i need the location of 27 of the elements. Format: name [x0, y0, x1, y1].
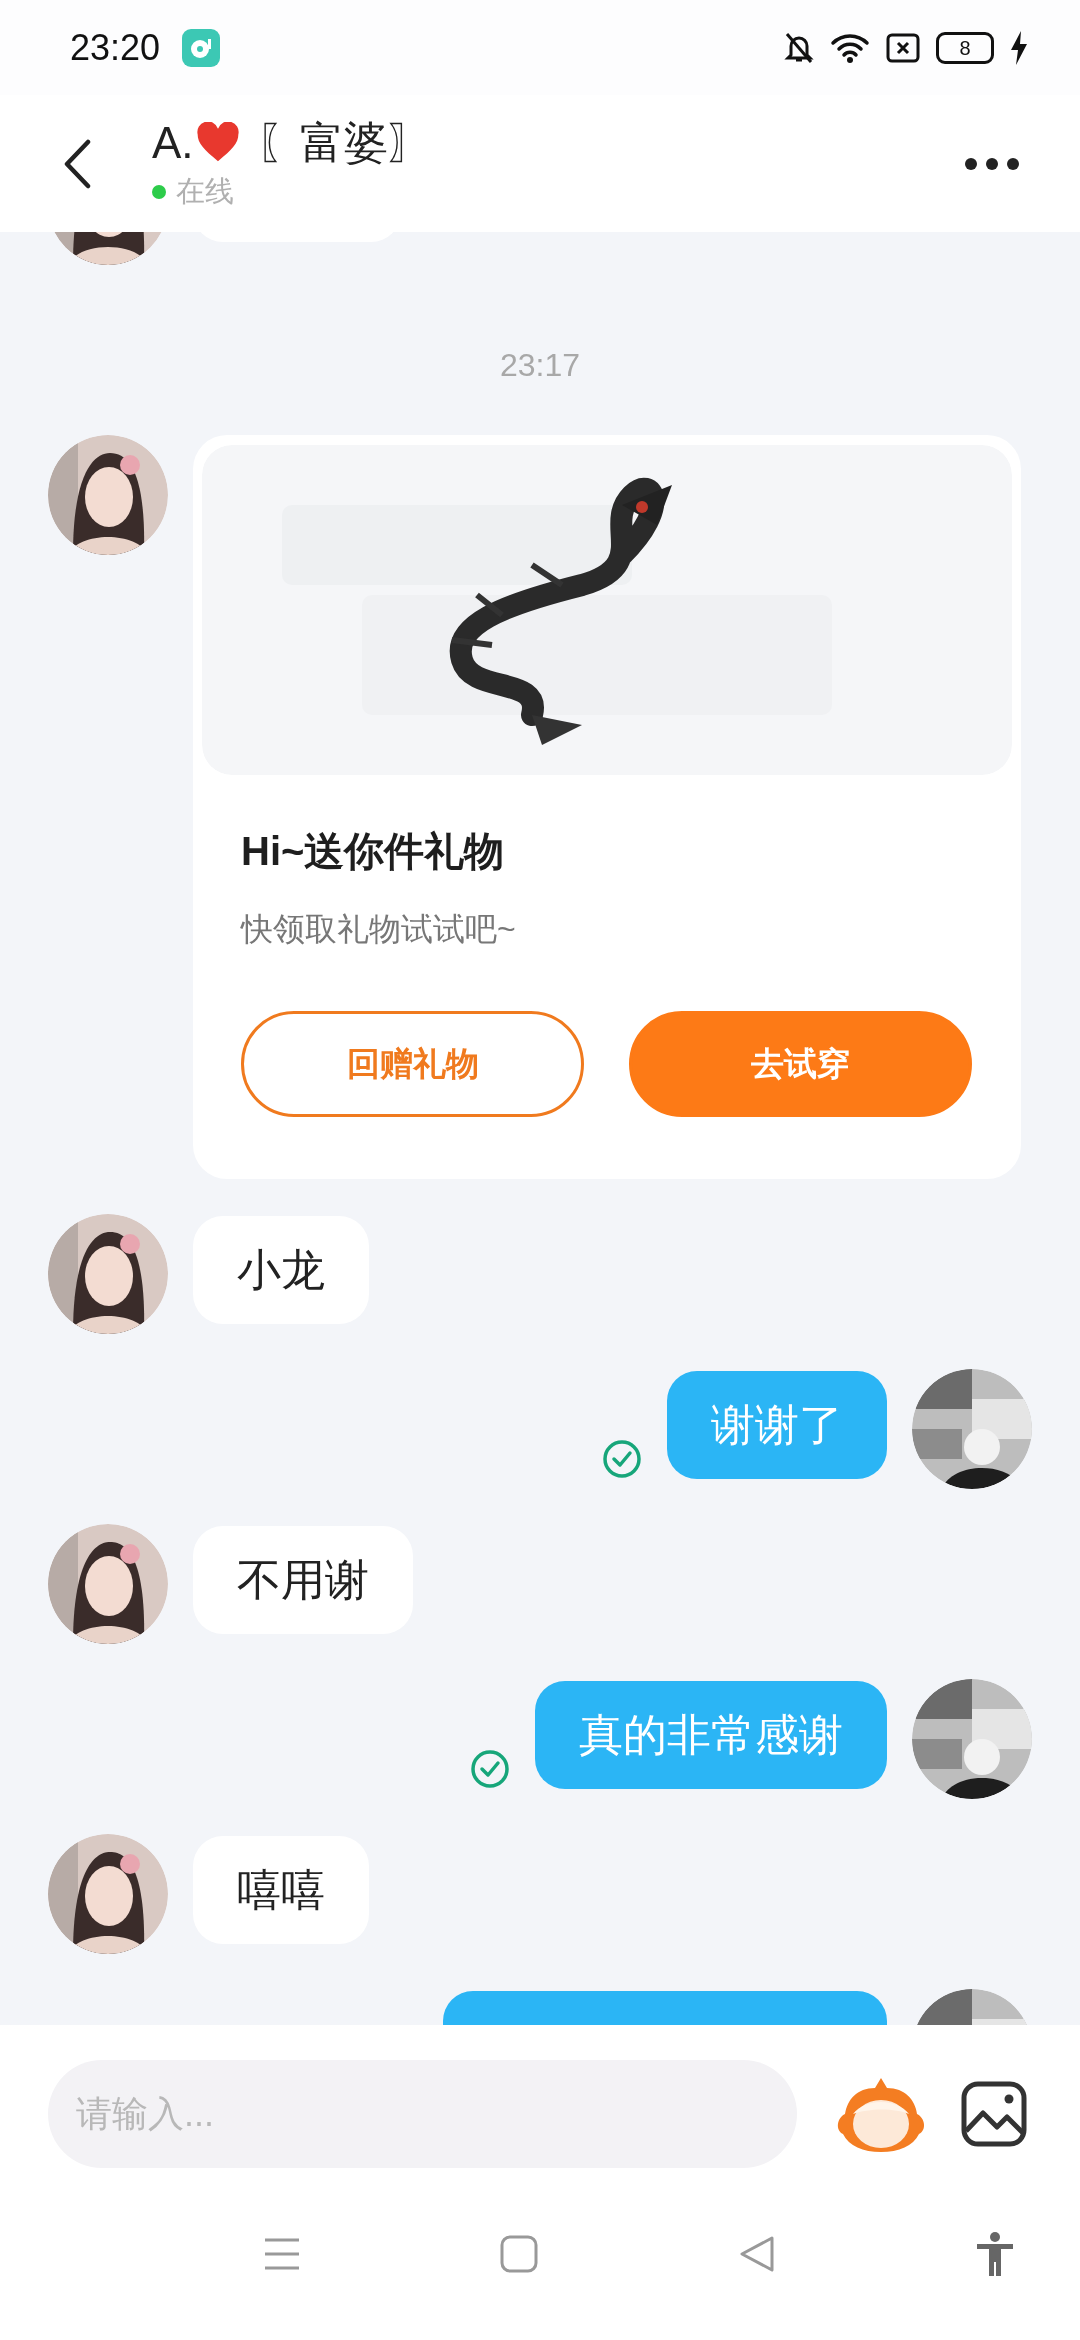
- message-bubble: 不用谢: [193, 1526, 413, 1634]
- gift-subtitle: 快领取礼物试试吧~: [241, 910, 517, 949]
- online-status: 在线: [176, 173, 234, 209]
- gift-button[interactable]: 回赠礼物: [241, 1011, 584, 1117]
- no-sim-icon: [886, 32, 920, 63]
- home-icon[interactable]: [500, 2235, 539, 2273]
- gift-title: Hi~送你件礼物: [241, 828, 506, 875]
- wifi-icon: [830, 31, 870, 64]
- timestamp: 23:17: [499, 346, 581, 385]
- clock-time: 23:20: [70, 26, 161, 69]
- accessibility-icon[interactable]: [975, 2232, 1015, 2276]
- message-bubble: 小龙: [193, 1216, 369, 1324]
- battery-level: 8: [959, 36, 971, 59]
- heart-icon: [195, 122, 240, 163]
- back-icon[interactable]: [62, 138, 92, 189]
- message-bubble: 谢谢了: [667, 1371, 887, 1479]
- bell-off-icon: [784, 30, 814, 65]
- message-bubble: 真的非常感谢: [535, 1681, 887, 1789]
- contact-name: A.: [152, 116, 194, 169]
- charging-bolt-icon: [1010, 30, 1028, 65]
- message-bubble: 嘻嘻: [193, 1836, 369, 1944]
- more-icon[interactable]: [964, 156, 1020, 171]
- gift-button[interactable]: 去试穿: [629, 1011, 972, 1117]
- music-app-icon: [182, 28, 221, 67]
- contact-tag: 〖富婆〗: [255, 115, 432, 170]
- input-field[interactable]: 请输入...: [48, 2060, 797, 2168]
- image-icon[interactable]: [961, 2081, 1027, 2147]
